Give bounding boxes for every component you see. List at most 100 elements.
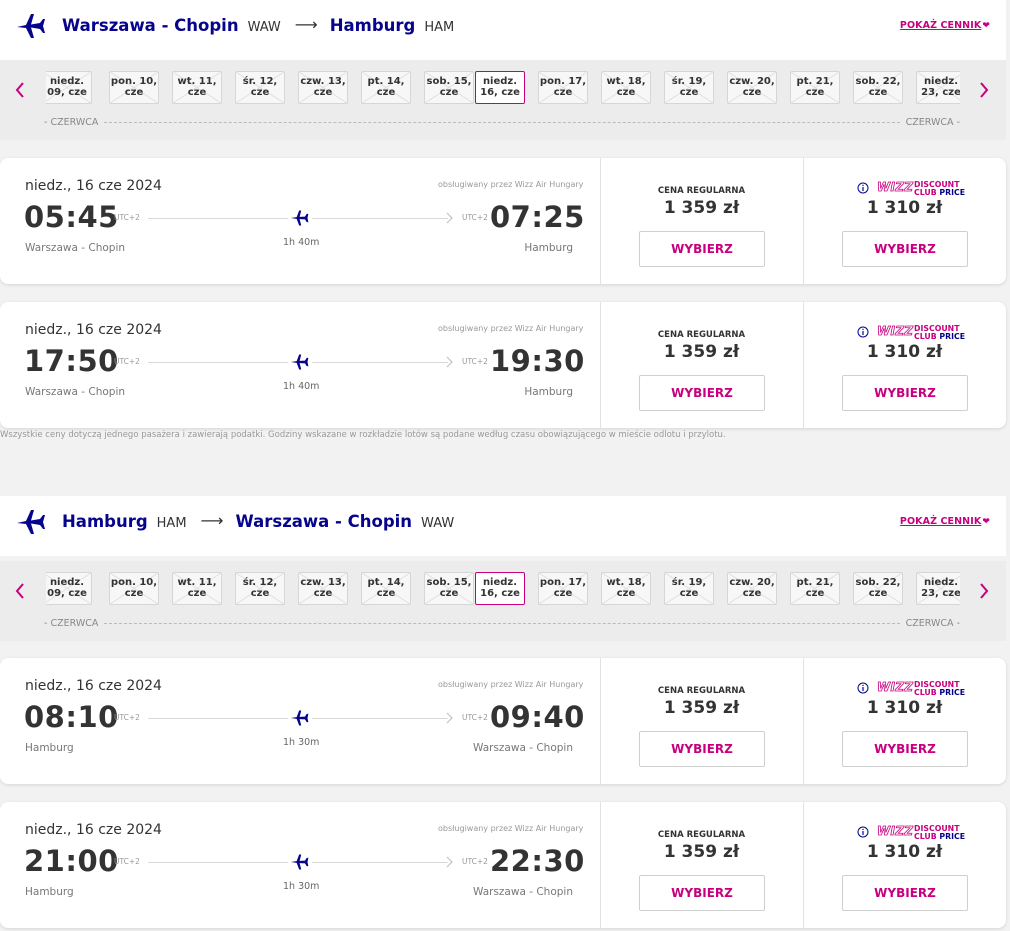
next-dates-button[interactable] [976,579,992,603]
price-list-label: POKAŻ CENNIK [899,20,982,31]
info-icon[interactable] [857,182,869,194]
select-regular-button[interactable]: WYBIERZ [639,875,765,911]
prev-dates-button[interactable] [12,579,28,603]
date-chip-day: pt. 14, [367,76,405,87]
date-chip-day: śr. 19, [671,76,707,87]
date-chip[interactable]: czw. 20, cze [727,572,777,605]
date-chip[interactable]: pt. 21, cze [790,572,840,605]
date-strip-return: niedz. 09, cze pon. 10, cze wt. 11, cze śr. 12… [0,561,1006,641]
date-chip[interactable]: wt. 11, cze [172,71,222,104]
date-chip-day: śr. 12, [242,577,278,588]
chevron-left-icon [15,82,24,98]
date-chip[interactable]: śr. 12, cze [235,71,285,104]
prev-dates-button[interactable] [12,78,28,102]
date-chip[interactable]: sob. 15, cze [424,572,474,605]
discount-club-line2: CLUB PRICE [914,332,965,341]
date-chip[interactable]: pon. 17, cze [538,71,588,104]
date-chip-day: pt. 21, [796,76,834,87]
date-chip[interactable]: śr. 19, cze [664,71,714,104]
date-chip[interactable]: pon. 10, cze [109,572,159,605]
arrival-timezone: UTC+2 [462,213,488,222]
select-regular-button[interactable]: WYBIERZ [639,231,765,267]
date-chip-date: 23, cze [921,87,960,98]
date-chip-day: sob. 22, [855,577,901,588]
arrival-timezone: UTC+2 [462,857,488,866]
date-chip[interactable]: sob. 15, cze [424,71,474,104]
date-chip[interactable]: pt. 21, cze [790,71,840,104]
date-chip-date: cze [742,588,762,599]
route-from-code: HAM [156,516,187,531]
date-chip[interactable]: czw. 13, cze [298,71,348,104]
month-label-right: CZERWCA [905,617,954,629]
date-chip[interactable]: pt. 14, cze [361,71,411,104]
date-chip-date: 16, cze [480,588,520,599]
flight-duration: 1h 30m [283,737,320,748]
arrow-right-icon [446,856,453,868]
wizz-logo: WIZZ [877,680,914,695]
flight-duration: 1h 40m [283,381,320,392]
date-chip[interactable]: pt. 14, cze [361,572,411,605]
arrival-time: 22:30 [490,844,585,878]
date-chip-day: pon. 17, [539,577,587,588]
date-chip[interactable]: sob. 22, cze [853,71,903,104]
select-discount-club-button[interactable]: WYBIERZ [842,231,968,267]
date-chip-selected[interactable]: niedz. 16, cze [475,71,525,104]
date-chip-day: niedz. [49,577,85,588]
discount-club-text: DISCOUNT CLUB PRICE [914,325,965,340]
date-chip[interactable]: śr. 19, cze [664,572,714,605]
date-chip-date: cze [439,87,459,98]
wizz-logo: WIZZ [877,824,914,839]
date-chip[interactable]: śr. 12, cze [235,572,285,605]
date-chip[interactable]: wt. 11, cze [172,572,222,605]
wizz-logo: WIZZ [877,180,914,195]
route-to-code: HAM [424,20,455,35]
info-icon[interactable] [857,326,869,338]
discount-club-label: WIZZ DISCOUNT CLUB PRICE [857,180,967,196]
flight-date: niedz., 16 cze 2024 [25,678,162,694]
date-chip-day: pon. 10, [110,577,158,588]
date-chip-date: cze [553,87,573,98]
date-chip[interactable]: pon. 17, cze [538,572,588,605]
discount-club-label: WIZZ DISCOUNT CLUB PRICE [857,324,967,340]
date-chip[interactable]: wt. 18, cze [601,71,651,104]
date-chip-date: cze [742,87,762,98]
arrival-airport: Hamburg [524,386,573,398]
date-chip-date: cze [124,588,144,599]
discount-club-label: WIZZ DISCOUNT CLUB PRICE [857,680,967,696]
next-dates-button[interactable] [976,78,992,102]
regular-price-label: CENA REGULARNA [657,186,746,196]
date-chip[interactable]: czw. 13, cze [298,572,348,605]
info-icon[interactable] [857,826,869,838]
flight-card: niedz., 16 cze 2024 obsługiwany przez Wi… [0,802,1006,928]
plane-icon [288,707,312,729]
regular-price: 1 359 zł [663,842,740,862]
operated-by: obsługiwany przez Wizz Air Hungary [438,324,584,333]
date-chip[interactable]: niedz. 23, cze [916,71,960,104]
show-price-list-link[interactable]: POKAŻ CENNIK❤ [900,516,990,527]
info-icon[interactable] [857,682,869,694]
select-discount-club-button[interactable]: WYBIERZ [842,731,968,767]
departure-timezone: UTC+2 [114,213,140,222]
date-chip[interactable]: niedz. 23, cze [916,572,960,605]
date-chip[interactable]: wt. 18, cze [601,572,651,605]
divider [803,658,804,784]
select-regular-button[interactable]: WYBIERZ [639,375,765,411]
date-chip[interactable]: pon. 10, cze [109,71,159,104]
date-chip[interactable]: niedz. 09, cze [46,572,92,605]
departure-timezone: UTC+2 [114,713,140,722]
departure-airport: Hamburg [25,886,74,898]
show-price-list-link[interactable]: POKAŻ CENNIK❤ [900,20,990,31]
date-chip[interactable]: czw. 20, cze [727,71,777,104]
discount-club-line2: CLUB PRICE [914,188,965,197]
date-chip[interactable]: niedz. 09, cze [46,71,92,104]
discount-club-price-value: 1 310 zł [866,698,943,718]
date-chip[interactable]: sob. 22, cze [853,572,903,605]
select-regular-button[interactable]: WYBIERZ [639,731,765,767]
select-discount-club-button[interactable]: WYBIERZ [842,875,968,911]
date-chip-day: śr. 19, [671,577,707,588]
select-discount-club-button[interactable]: WYBIERZ [842,375,968,411]
date-chip-date: cze [868,588,888,599]
date-chip-date: cze [679,87,699,98]
date-chip-selected[interactable]: niedz. 16, cze [475,572,525,605]
route-to-city: Warszawa - Chopin [235,512,413,531]
